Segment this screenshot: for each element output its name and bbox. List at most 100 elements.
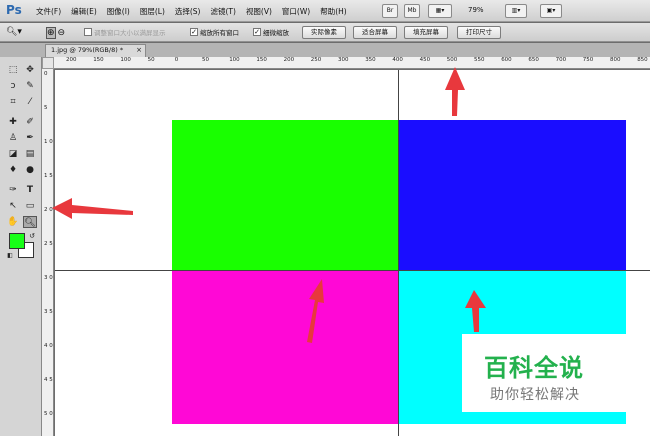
bridge-button[interactable]: Br [382, 4, 398, 18]
dodge-tool-icon[interactable]: ● [23, 164, 37, 176]
zoom-in-out-toggle[interactable]: ⊕ ⊖ [46, 27, 65, 39]
ruler-tick-label: 0 [174, 57, 179, 63]
watermark-title: 百科全说 [484, 354, 584, 382]
menu-select[interactable]: 选择(S) [175, 6, 201, 17]
horizontal-guide[interactable] [55, 270, 650, 271]
ruler-tick-label: 3 5 [44, 309, 53, 315]
zoom-all-option[interactable]: ✓ 缩放所有窗口 [190, 27, 239, 37]
screen-mode-icon: ▣▾ [546, 7, 556, 14]
history-brush-tool-icon[interactable]: ✒ [23, 132, 37, 144]
ruler-tick-label: 50 [202, 57, 209, 63]
minibridge-button[interactable]: Mb [404, 4, 420, 18]
ruler-tick-label: 750 [582, 57, 594, 63]
options-bar: 🔍︎▾ ⊕ ⊖ 调整窗口大小以满屏显示 ✓ 缩放所有窗口 ✓ 细微缩放 实际像素… [0, 23, 650, 42]
watermark-subtitle: 助你轻松解决 [490, 387, 580, 403]
arrange-documents-button[interactable]: ▥▾ [505, 4, 527, 18]
path-selection-tool-icon[interactable]: ↖ [6, 200, 20, 212]
close-icon[interactable]: × [136, 45, 142, 56]
foreground-color-swatch[interactable] [9, 233, 25, 249]
ruler-tick-label: 500 [446, 57, 458, 63]
ruler-tick-label: 5 0 [44, 411, 53, 417]
menu-window[interactable]: 窗口(W) [282, 6, 310, 17]
horizontal-ruler[interactable]: 200 150 100 50 0 50 100 150 200 250 300 350 400 450 50… [54, 57, 650, 69]
ruler-tick-label: 2 0 [44, 207, 53, 213]
green-rectangle [172, 120, 399, 271]
ruler-tick-label: 4 0 [44, 343, 53, 349]
watermark: 百科全说 助你轻松解决 [462, 334, 626, 412]
gradient-tool-icon[interactable]: ▤ [23, 148, 37, 160]
swap-colors-icon[interactable]: ↺ [25, 230, 39, 242]
ruler-tick-label: 150 [256, 57, 267, 63]
ruler-tick-label: 800 [610, 57, 621, 63]
resize-windows-option[interactable]: 调整窗口大小以满屏显示 [84, 27, 166, 37]
scrubby-zoom-checkbox[interactable]: ✓ [253, 28, 261, 36]
magenta-rectangle [172, 271, 399, 424]
scrubby-zoom-option[interactable]: ✓ 细微缩放 [253, 27, 289, 37]
type-tool-icon[interactable]: T [23, 184, 37, 196]
vertical-guide[interactable] [398, 70, 399, 436]
move-tool-icon[interactable]: ✥ [23, 64, 37, 76]
ruler-tick-label: 450 [419, 57, 431, 63]
default-colors-icon[interactable]: ◧ [3, 250, 17, 262]
brush-tool-icon[interactable]: ✐ [23, 116, 37, 128]
actual-pixels-button[interactable]: 实际像素 [302, 26, 346, 39]
zoom-tool-icon[interactable]: 🔍︎ [23, 216, 37, 228]
menu-layer[interactable]: 图层(L) [140, 6, 165, 17]
zoom-in-icon: ⊕ [46, 27, 56, 39]
quick-selection-tool-icon[interactable]: ✎ [23, 80, 37, 92]
screen-mode-button[interactable]: ▣▾ [540, 4, 562, 18]
resize-windows-label: 调整窗口大小以满屏显示 [94, 29, 166, 37]
ruler-tick-label: 600 [501, 57, 512, 63]
ruler-tick-label: 1 5 [44, 173, 53, 179]
eyedropper-tool-icon[interactable]: ⁄ [23, 96, 37, 108]
menu-image[interactable]: 图像(I) [107, 6, 130, 17]
resize-windows-checkbox[interactable] [84, 28, 92, 36]
ruler-tick-label: 650 [528, 57, 539, 63]
print-size-button[interactable]: 打印尺寸 [457, 26, 501, 39]
lasso-tool-icon[interactable]: ↄ [6, 80, 20, 92]
zoom-all-checkbox[interactable]: ✓ [190, 28, 198, 36]
crop-tool-icon[interactable]: ⌗ [6, 96, 20, 108]
document-tab[interactable]: 1.jpg @ 79%(RGB/8) * × [45, 44, 146, 57]
ruler-tick-label: 550 [474, 57, 485, 63]
zoom-icon: 🔍︎▾ [6, 27, 22, 37]
marquee-tool-icon[interactable]: ⬚ [6, 64, 20, 76]
zoom-tool-preset[interactable]: 🔍︎▾ [6, 27, 22, 37]
fit-screen-button[interactable]: 适合屏幕 [353, 26, 397, 39]
hand-tool-icon[interactable]: ✋ [6, 216, 20, 228]
ruler-tick-label: 0 [44, 71, 48, 77]
shape-tool-icon[interactable]: ▭ [23, 200, 37, 212]
ruler-tick-label: 150 [93, 57, 104, 63]
ruler-tick-label: 200 [66, 57, 77, 63]
menu-edit[interactable]: 编辑(E) [71, 6, 97, 17]
vertical-ruler[interactable]: 0 5 1 0 1 5 2 0 2 5 3 0 3 5 4 0 4 5 5 0 [42, 69, 54, 436]
menu-filter[interactable]: 滤镜(T) [211, 6, 236, 17]
ruler-tick-label: 850 [637, 57, 648, 63]
blur-tool-icon[interactable]: ♦ [6, 164, 20, 176]
ruler-tick-label: 3 0 [44, 275, 53, 281]
pen-tool-icon[interactable]: ✑ [6, 184, 20, 196]
ruler-tick-label: 5 [44, 105, 48, 111]
spot-healing-tool-icon[interactable]: ✚ [6, 116, 20, 128]
document-tab-title: 1.jpg @ 79%(RGB/8) * [51, 46, 124, 54]
ruler-tick-label: 250 [310, 57, 322, 63]
fill-screen-button[interactable]: 填充屏幕 [404, 26, 448, 39]
view-extras-button[interactable]: ▦▾ [428, 4, 452, 18]
ruler-tick-label: 100 [120, 57, 131, 63]
zoom-level[interactable]: 79% [468, 6, 484, 14]
eraser-tool-icon[interactable]: ◪ [6, 148, 20, 160]
ruler-tick-label: 1 0 [44, 139, 53, 145]
menu-file[interactable]: 文件(F) [36, 6, 61, 17]
menu-help[interactable]: 帮助(H) [320, 6, 347, 17]
clone-stamp-tool-icon[interactable]: ♙ [6, 132, 20, 144]
document-tab-bar: 1.jpg @ 79%(RGB/8) * × [0, 43, 650, 57]
blue-rectangle [399, 120, 626, 271]
menu-view[interactable]: 视图(V) [246, 6, 272, 17]
ruler-origin[interactable] [42, 57, 54, 69]
ruler-tick-label: 4 5 [44, 377, 53, 383]
ruler-tick-label: 700 [555, 57, 567, 63]
ruler-tick-label: 300 [338, 57, 349, 63]
ruler-tick-label: 100 [229, 57, 240, 63]
menu-items: 文件(F) 编辑(E) 图像(I) 图层(L) 选择(S) 滤镜(T) 视图(V… [36, 6, 347, 17]
ruler-tick-label: 2 5 [44, 241, 53, 247]
